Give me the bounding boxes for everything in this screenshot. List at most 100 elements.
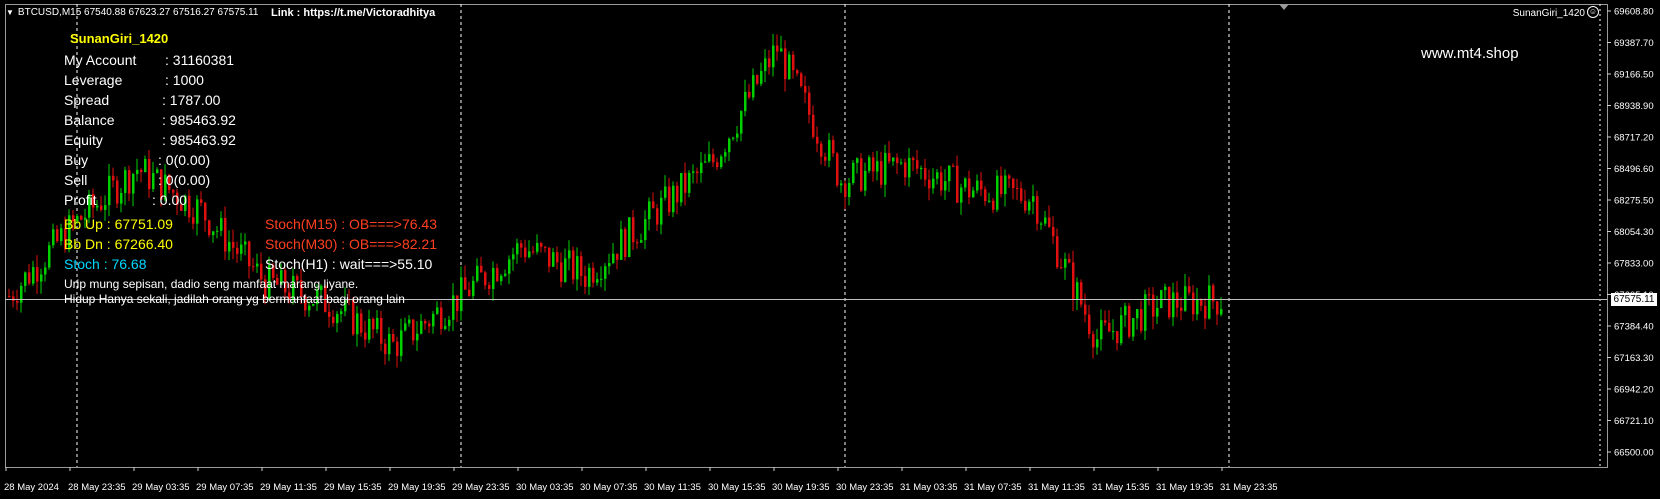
time-axis-label: 30 May 11:35 — [644, 482, 701, 493]
candle-body — [692, 171, 695, 173]
chart-window[interactable]: 69608.80 69387.70 69166.50 68938.90 68717.20… — [0, 0, 1660, 499]
candle-body — [1128, 305, 1131, 337]
time-axis-label: 30 May 15:35 — [708, 482, 766, 493]
account-row-value: : 0.00 — [152, 192, 188, 208]
candle-body — [400, 330, 403, 356]
candle-body — [648, 201, 651, 220]
account-row-label: Sell — [64, 172, 88, 188]
candle-body — [192, 217, 195, 224]
candle-body — [952, 165, 955, 167]
candle-body — [364, 332, 367, 340]
candle-body — [604, 266, 607, 279]
motto-indonesian: Hidup Hanya sekali, jadilah orang yg ber… — [64, 292, 405, 306]
time-axis-label: 31 May 15:35 — [1092, 482, 1150, 493]
price-axis-label: 68717.20 — [1614, 133, 1654, 144]
time-axis-label: 31 May 11:35 — [1028, 482, 1085, 493]
bb-up-label: Bb Up : 67751.09 — [64, 216, 173, 232]
candle-body — [52, 229, 55, 246]
candle-body — [676, 185, 679, 203]
time-axis-label: 29 May 19:35 — [388, 482, 446, 493]
candle-body — [788, 54, 791, 80]
shift-marker-icon — [1279, 4, 1289, 10]
candle-body — [128, 170, 131, 194]
candle-body — [24, 272, 27, 286]
price-axis-label: 67833.00 — [1614, 259, 1654, 270]
candle-body — [744, 91, 747, 112]
candle-body — [1148, 294, 1151, 296]
candle-body — [664, 186, 667, 198]
candle-body — [792, 54, 795, 71]
candle-body — [660, 197, 663, 225]
chevron-down-icon[interactable]: ▼ — [6, 8, 14, 17]
candle-body — [472, 280, 475, 296]
candle-body — [896, 157, 899, 164]
candle-body — [1048, 217, 1051, 227]
candle-body — [1016, 188, 1019, 190]
indicator-name: SunanGiri_1420 — [1512, 8, 1585, 19]
candle-body — [404, 323, 407, 331]
candle-body — [656, 208, 659, 225]
price-axis-label: 69608.80 — [1614, 7, 1654, 18]
candle-body — [412, 319, 415, 341]
candle-body — [900, 162, 903, 164]
account-row-label: Spread — [64, 92, 110, 108]
account-row-value: : 1787.00 — [162, 92, 221, 108]
candle-body — [360, 313, 363, 333]
candle-body — [892, 157, 895, 162]
time-axis-label: 29 May 07:35 — [196, 482, 254, 493]
symbol-ohlc: BTCUSD,M15 67540.88 67623.27 67516.27 67… — [17, 7, 259, 18]
candle-body — [884, 153, 887, 185]
candle-body — [572, 250, 575, 280]
candle-body — [1032, 196, 1035, 202]
candle-body — [372, 318, 375, 330]
time-axis-label: 31 May 07:35 — [964, 482, 1022, 493]
price-axis-label: 69387.70 — [1614, 38, 1654, 49]
candle-body — [1084, 304, 1087, 315]
candle-body — [980, 180, 983, 190]
candle-body — [380, 317, 383, 344]
candle-body — [500, 275, 503, 282]
smiley-icon[interactable]: ☺ — [1587, 6, 1599, 18]
candle-body — [1184, 286, 1187, 311]
time-axis-label: 28 May 2024 — [4, 482, 59, 493]
candle-body — [480, 265, 483, 273]
candle-body — [484, 272, 487, 286]
candle-body — [32, 267, 35, 284]
candle-body — [1064, 258, 1067, 268]
symbol-info: ▼ BTCUSD,M15 67540.88 67623.27 67516.27 6… — [6, 7, 258, 18]
candle-body — [908, 157, 911, 178]
candle-body — [508, 259, 511, 274]
candle-body — [948, 165, 951, 182]
candle-body — [148, 158, 151, 190]
candle-body — [1164, 286, 1167, 291]
candle-body — [516, 243, 519, 255]
candle-body — [308, 305, 311, 311]
stoch-h1-label: Stoch(H1) : wait===>55.10 — [265, 256, 433, 272]
candle-body — [860, 158, 863, 191]
candle-body — [220, 218, 223, 231]
candle-body — [560, 262, 563, 282]
candle-body — [396, 341, 399, 356]
account-row-value: : 31160381 — [165, 52, 235, 68]
candle-body — [332, 316, 335, 324]
time-axis-label: 29 May 23:35 — [452, 482, 510, 493]
candle-body — [424, 320, 427, 324]
candle-body — [100, 205, 103, 210]
candle-body — [240, 244, 243, 254]
candle-body — [212, 231, 215, 236]
stoch-m15-label: Stoch(M15) : OB===>76.43 — [265, 216, 437, 232]
candle-body — [704, 161, 707, 163]
candle-body — [1056, 236, 1059, 268]
candle-body — [936, 172, 939, 179]
candle-body — [204, 202, 207, 221]
candle-body — [840, 183, 843, 186]
candle-body — [1156, 307, 1159, 317]
candle-body — [548, 247, 551, 267]
candle-body — [416, 333, 419, 341]
candle-body — [496, 268, 499, 282]
candle-body — [632, 217, 635, 243]
candle-body — [968, 178, 971, 198]
candle-body — [488, 285, 491, 289]
candle-body — [668, 186, 671, 213]
candlestick-chart[interactable]: 69608.80 69387.70 69166.50 68938.90 68717.20… — [0, 0, 1660, 499]
